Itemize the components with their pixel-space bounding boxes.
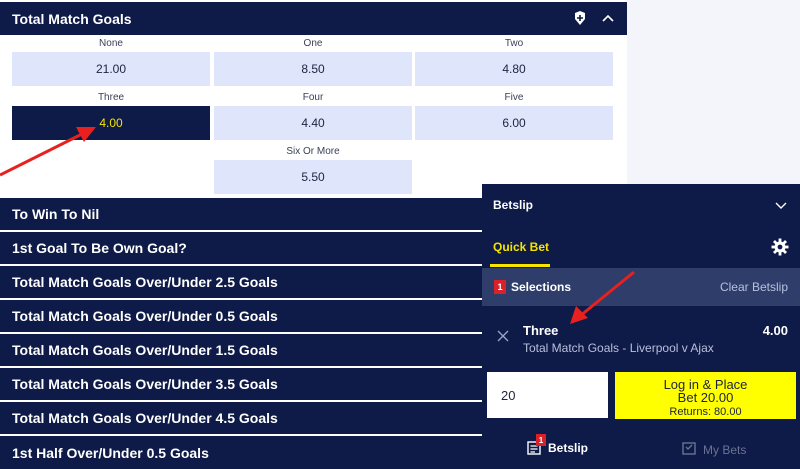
market-row-label: Total Match Goals Over/Under 4.5 Goals (12, 410, 278, 426)
bottom-tab-betslip[interactable]: 1 Betslip (526, 434, 589, 456)
gear-icon[interactable] (771, 238, 789, 256)
chevron-down-icon[interactable] (774, 198, 788, 212)
betslip-bottom-nav: 1 Betslip My Bets (482, 429, 800, 469)
market-row-label: To Win To Nil (12, 206, 100, 222)
market-row-label: Total Match Goals Over/Under 0.5 Goals (12, 308, 278, 324)
odds-button-five[interactable]: 6.00 (415, 106, 613, 140)
tab-quick-bet[interactable]: Quick Bet (493, 240, 549, 254)
selection-odds: 4.00 (762, 323, 788, 338)
betslip-header[interactable]: Betslip (482, 184, 800, 226)
chevron-up-icon[interactable] (599, 9, 617, 27)
option-label-none: None (99, 38, 123, 49)
odds-button-one[interactable]: 8.50 (214, 52, 412, 86)
market-row-label: 1st Goal To Be Own Goal? (12, 240, 187, 256)
selections-label: Selections (511, 280, 572, 294)
bottom-tab-betslip-label: Betslip (548, 441, 589, 455)
odds-button-six-or-more[interactable]: 5.50 (214, 160, 412, 194)
odds-button-three[interactable]: 4.00 (12, 106, 210, 140)
odds-button-two[interactable]: 4.80 (415, 52, 613, 86)
market-header-total-match-goals[interactable]: Total Match Goals (0, 2, 627, 35)
bottom-tab-my-bets[interactable]: My Bets (681, 440, 746, 459)
market-title: Total Match Goals (12, 10, 132, 27)
betslip-count-badge: 1 (536, 434, 546, 446)
place-bet-label-line2: Bet 20.00 (677, 389, 734, 405)
my-bets-icon (681, 440, 697, 459)
selection-name: Three (523, 323, 559, 338)
option-label-five: Five (504, 92, 524, 103)
selections-count-badge: 1 (494, 280, 506, 294)
odds-button-four[interactable]: 4.40 (214, 106, 412, 140)
selection-market: Total Match Goals - Liverpool v Ajax (523, 341, 714, 355)
place-bet-label-line1: Log in & Place (663, 376, 748, 392)
market-row-label: Total Match Goals Over/Under 2.5 Goals (12, 274, 278, 290)
odds-button-none[interactable]: 21.00 (12, 52, 210, 86)
betslip-selection-item: Three Total Match Goals - Liverpool v Aj… (482, 306, 800, 366)
market-row-label: Total Match Goals Over/Under 1.5 Goals (12, 342, 278, 358)
close-icon[interactable] (496, 329, 510, 343)
option-label-two: Two (504, 38, 524, 49)
betslip-icon: 1 (526, 434, 546, 456)
selections-bar: 1 Selections Clear Betslip (482, 268, 800, 306)
stats-icon[interactable] (571, 9, 589, 27)
betslip-tab-row: Quick Bet (482, 226, 800, 268)
potential-returns: Returns: 80.00 (669, 405, 742, 418)
betslip-title: Betslip (493, 198, 534, 212)
stake-input[interactable] (487, 372, 608, 418)
market-row-label: 1st Half Over/Under 0.5 Goals (12, 444, 209, 461)
tab-active-underline (490, 264, 550, 267)
option-label-three: Three (97, 92, 125, 103)
login-place-bet-button[interactable]: Log in & Place Bet 20.00 Returns: 80.00 (615, 372, 796, 419)
option-label-six-or-more: Six Or More (286, 146, 340, 157)
option-label-four: Four (302, 92, 324, 103)
option-label-one: One (303, 38, 323, 49)
betslip-panel: Betslip Quick Bet 1 Selections Clear Bet… (482, 184, 800, 469)
bottom-tab-my-bets-label: My Bets (703, 442, 747, 457)
market-row-label: Total Match Goals Over/Under 3.5 Goals (12, 376, 278, 392)
clear-betslip-link[interactable]: Clear Betslip (720, 280, 788, 294)
